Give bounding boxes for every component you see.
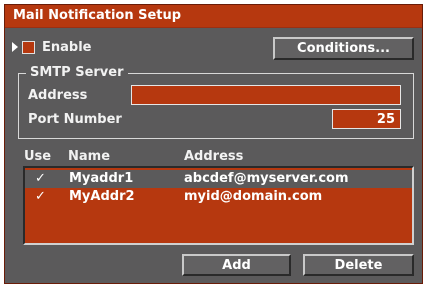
- caret-right-icon: [12, 42, 18, 52]
- delete-button[interactable]: Delete: [303, 254, 414, 276]
- add-button-label: Add: [222, 257, 251, 273]
- smtp-legend: SMTP Server: [26, 65, 128, 80]
- port-number-input[interactable]: 25: [332, 109, 401, 129]
- conditions-button-label: Conditions...: [297, 41, 390, 56]
- smtp-address-input[interactable]: [131, 85, 401, 105]
- delete-button-label: Delete: [334, 257, 383, 273]
- table-row[interactable]: ✓ MyAddr2 myid@domain.com: [25, 188, 412, 206]
- column-header-use: Use: [24, 149, 52, 164]
- address-label: Address: [28, 88, 88, 103]
- row-name: Myaddr1: [69, 171, 134, 186]
- enable-checkbox[interactable]: [22, 41, 35, 54]
- port-number-label: Port Number: [28, 112, 122, 127]
- row-name: MyAddr2: [69, 189, 135, 204]
- smtp-group: [18, 73, 414, 139]
- table-row[interactable]: ✓ Myaddr1 abcdef@myserver.com: [25, 170, 412, 188]
- use-check-icon[interactable]: ✓: [35, 171, 46, 186]
- enable-label: Enable: [42, 40, 92, 55]
- row-address: myid@domain.com: [184, 189, 323, 204]
- title-bar: Mail Notification Setup: [5, 5, 422, 27]
- conditions-button[interactable]: Conditions...: [273, 37, 414, 60]
- use-check-icon[interactable]: ✓: [35, 189, 46, 204]
- window-title: Mail Notification Setup: [13, 8, 182, 23]
- column-header-address: Address: [184, 149, 244, 164]
- row-address: abcdef@myserver.com: [184, 171, 349, 186]
- dialog-panel: Enable Conditions... SMTP Server Address…: [5, 28, 422, 283]
- address-list[interactable]: ✓ Myaddr1 abcdef@myserver.com ✓ MyAddr2 …: [23, 166, 414, 245]
- column-header-name: Name: [68, 149, 111, 164]
- add-button[interactable]: Add: [182, 254, 291, 276]
- port-number-value: 25: [376, 112, 395, 127]
